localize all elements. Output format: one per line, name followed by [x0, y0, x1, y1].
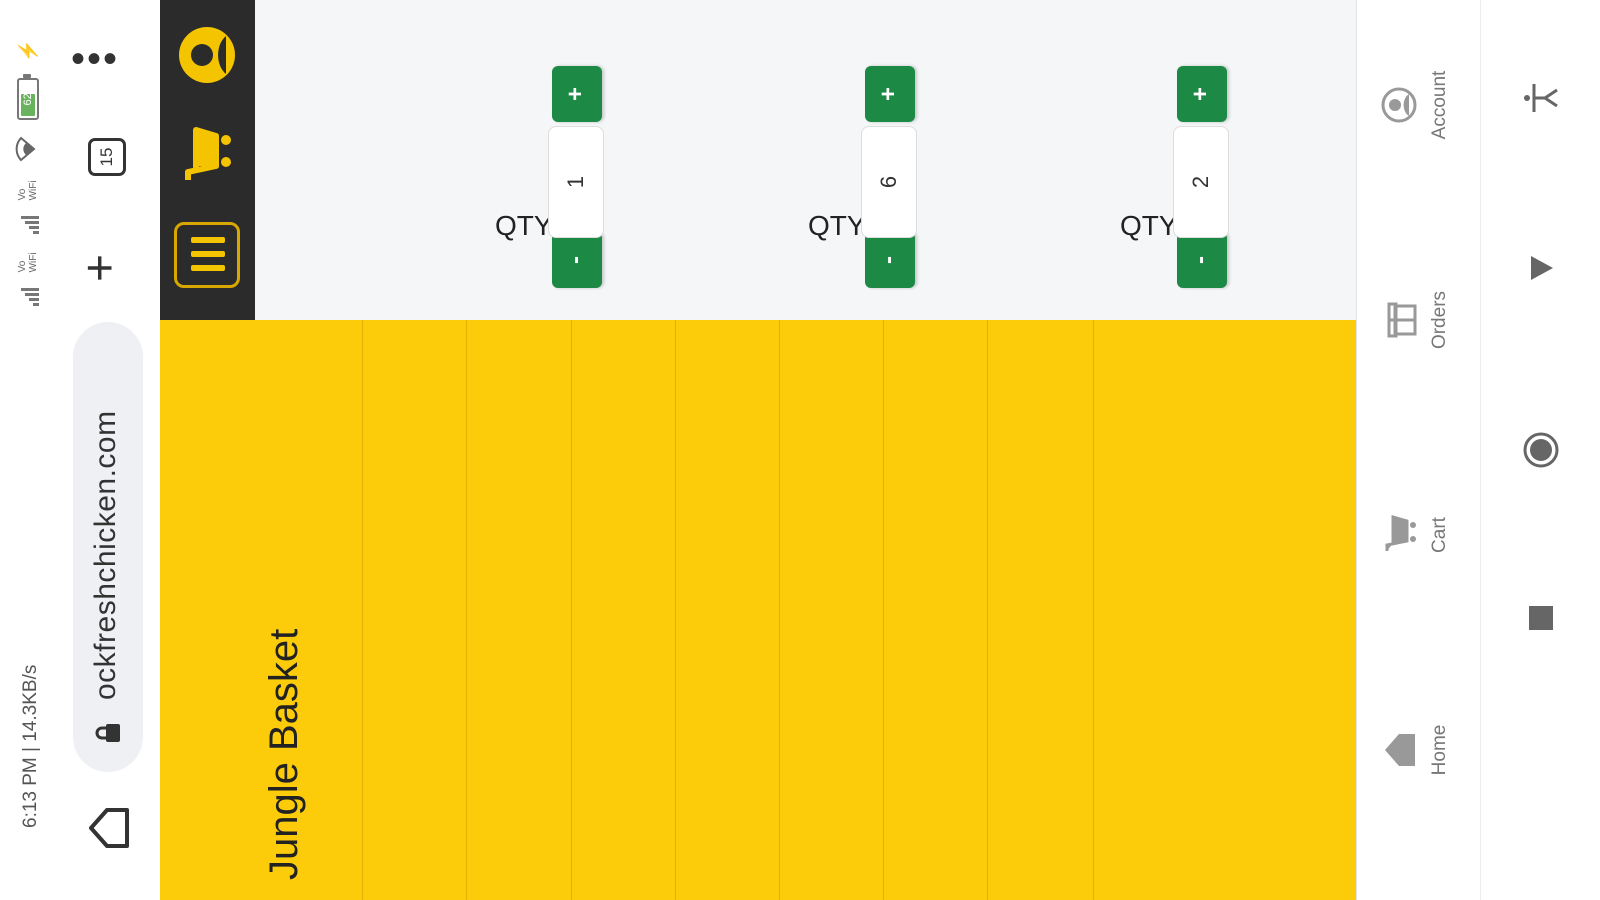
- new-tab-button[interactable]: +: [74, 254, 127, 282]
- drawer-panel: [160, 320, 1355, 900]
- status-bar: 6:13 PM | 14.3KB/s Vo WiFi Vo WiFi 62 ⚡: [0, 0, 55, 900]
- network-label-2: Vo WiFi: [17, 180, 39, 201]
- divider: [1093, 320, 1094, 900]
- nav-label: Orders: [1429, 290, 1450, 350]
- profile-header-button[interactable]: [174, 22, 240, 88]
- increase-qty-button[interactable]: +: [1177, 66, 1227, 122]
- signal-icon: [17, 288, 39, 307]
- nav-label: Cart: [1429, 517, 1450, 553]
- bottom-nav: Home Cart Orders Account: [1356, 0, 1481, 900]
- address-bar[interactable]: ockfreshchicken.com: [73, 322, 143, 772]
- status-time: 6:13 PM | 14.3KB/s: [20, 664, 41, 828]
- cart-header-button[interactable]: [174, 122, 240, 188]
- browser-home-button[interactable]: [85, 804, 133, 852]
- wifi-icon: [14, 136, 42, 162]
- nav-cart[interactable]: Cart: [1357, 445, 1481, 625]
- accessibility-icon[interactable]: [1521, 78, 1561, 118]
- battery-icon: 62: [17, 78, 39, 121]
- menu-button[interactable]: [174, 222, 240, 288]
- decrease-qty-button[interactable]: -: [865, 232, 915, 288]
- divider: [571, 320, 572, 900]
- divider: [883, 320, 884, 900]
- divider: [779, 320, 780, 900]
- nav-label: Home: [1429, 724, 1450, 776]
- recent-apps-button[interactable]: [1521, 598, 1561, 638]
- lock-icon: [95, 724, 120, 742]
- home-icon: [89, 808, 129, 848]
- home-icon: [1385, 734, 1415, 766]
- cart-icon: [1385, 515, 1416, 551]
- quantity-input[interactable]: 6: [861, 126, 917, 238]
- divider: [675, 320, 676, 900]
- drawer-close-button[interactable]: ×: [396, 380, 436, 420]
- nav-account[interactable]: Account: [1357, 15, 1481, 195]
- account-icon: [1381, 87, 1417, 123]
- network-label-1: Vo WiFi: [17, 252, 39, 273]
- charging-icon: ⚡: [17, 40, 38, 63]
- nav-label: Account: [1429, 70, 1450, 140]
- quantity-input[interactable]: 2: [1173, 126, 1229, 238]
- quantity-input[interactable]: 1: [548, 126, 604, 238]
- battery-level: 62: [22, 93, 34, 106]
- increase-qty-button[interactable]: +: [865, 66, 915, 122]
- gift-icon: [1387, 302, 1417, 338]
- divider: [987, 320, 988, 900]
- user-circle-icon: [179, 27, 235, 83]
- home-system-button[interactable]: [1521, 430, 1561, 470]
- qty-label: QTY: [495, 210, 553, 241]
- nav-home[interactable]: Home: [1357, 660, 1481, 840]
- nav-drawer: ×: [160, 320, 1356, 900]
- system-nav-bar: [1480, 0, 1600, 900]
- divider: [466, 320, 467, 900]
- divider: [362, 320, 363, 900]
- more-menu-button[interactable]: •••: [71, 37, 119, 82]
- tab-switcher-button[interactable]: 15: [88, 138, 126, 176]
- url-text: ockfreshchicken.com: [89, 410, 122, 700]
- phone-screen: 6:13 PM | 14.3KB/s Vo WiFi Vo WiFi 62 ⚡ …: [0, 0, 1600, 900]
- cart-list: QTY: [255, 310, 1356, 900]
- nav-orders[interactable]: Orders: [1357, 230, 1481, 410]
- decrease-qty-button[interactable]: -: [552, 232, 602, 288]
- qty-label: QTY: [1120, 210, 1178, 241]
- decrease-qty-button[interactable]: -: [1177, 232, 1227, 288]
- increase-qty-button[interactable]: +: [552, 66, 602, 122]
- back-button[interactable]: [1521, 248, 1561, 288]
- screen: 6:13 PM | 14.3KB/s Vo WiFi Vo WiFi 62 ⚡ …: [0, 0, 1600, 900]
- app-header: [160, 0, 255, 900]
- drawer-title: Jungle Basket: [262, 628, 306, 880]
- cart-icon: [185, 127, 231, 180]
- qty-label: QTY: [808, 210, 866, 241]
- signal-icon-2: [17, 216, 39, 235]
- browser-toolbar: ockfreshchicken.com + 15 •••: [55, 0, 160, 900]
- status-indicators: Vo WiFi Vo WiFi 62 ⚡: [14, 40, 42, 307]
